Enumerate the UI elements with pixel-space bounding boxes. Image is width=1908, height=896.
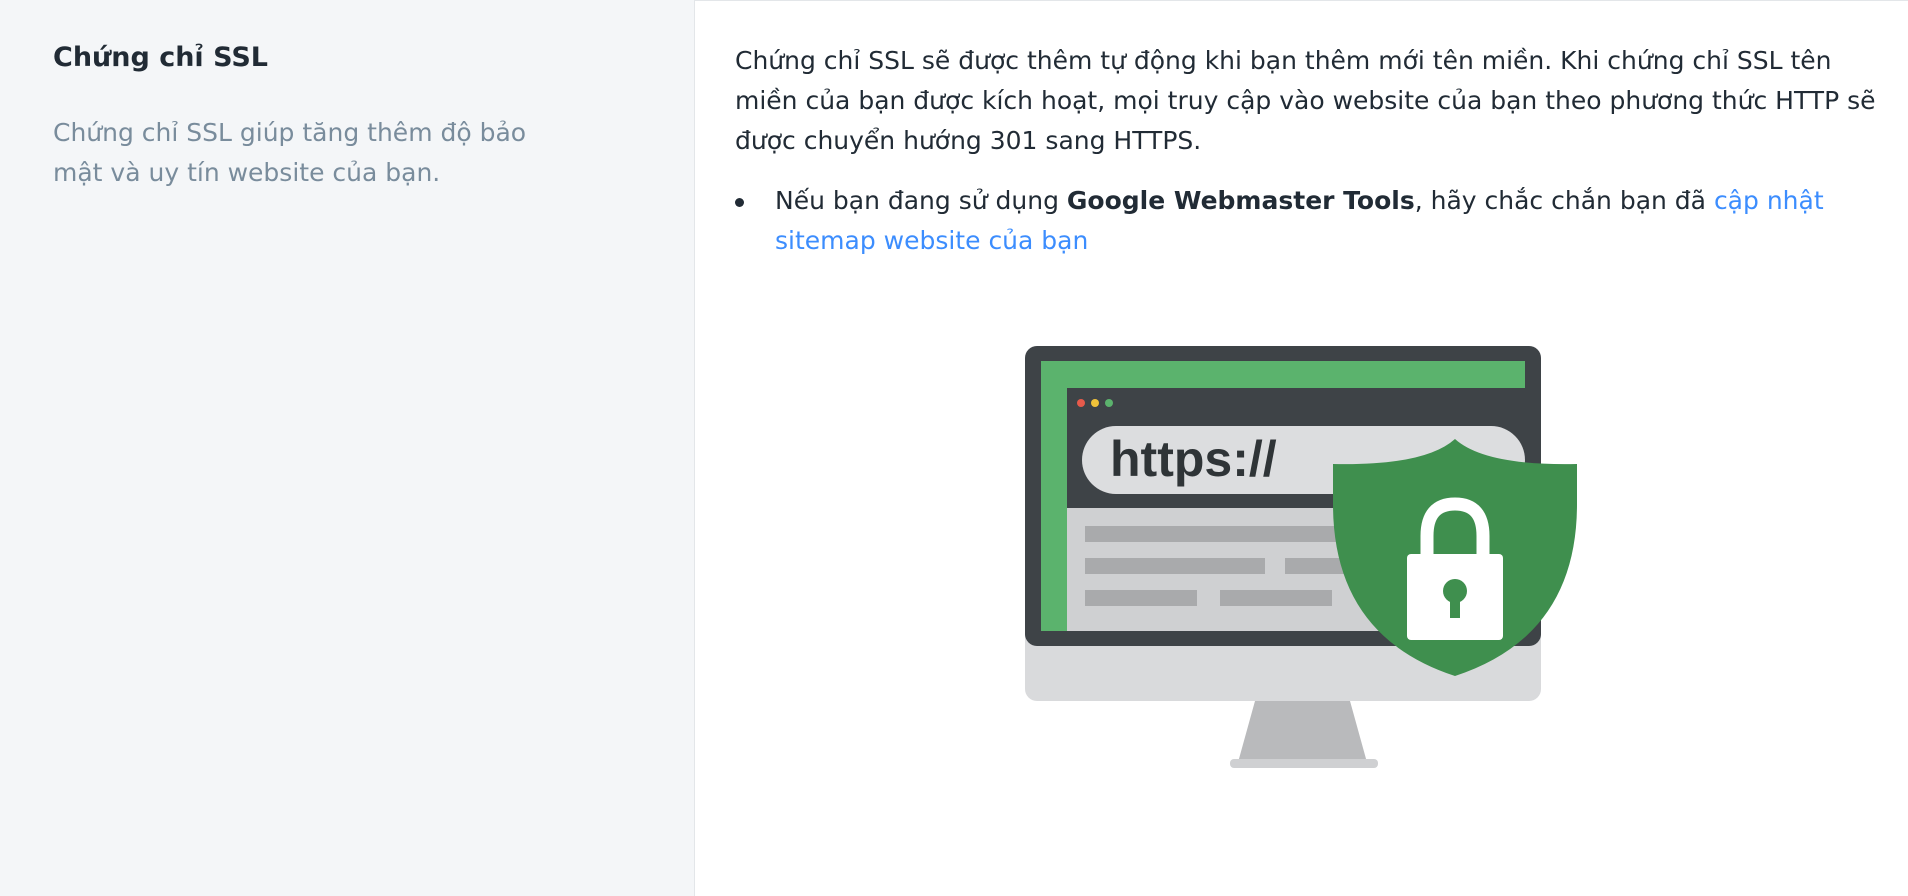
bullet-middle: , hãy chắc chắn bạn đã <box>1414 186 1714 215</box>
monitor-stand-icon <box>1237 701 1368 766</box>
bullet-prefix: Nếu bạn đang sử dụng <box>775 186 1067 215</box>
ssl-card: Chứng chỉ SSL sẽ được thêm tự động khi b… <box>694 0 1908 896</box>
section-title: Chứng chỉ SSL <box>53 42 268 73</box>
content-line-icon <box>1085 558 1265 574</box>
monitor-foot-icon <box>1230 759 1378 768</box>
content-line-icon <box>1220 590 1332 606</box>
ssl-settings-page: Chứng chỉ SSL Chứng chỉ SSL giúp tăng th… <box>0 0 1908 896</box>
ssl-notes-list: Nếu bạn đang sử dụng Google Webmaster To… <box>735 181 1865 261</box>
content-line-icon <box>1085 526 1345 542</box>
browser-close-dot-icon <box>1077 399 1085 407</box>
ssl-illustration-icon: https:// <box>1025 346 1577 768</box>
content-line-icon <box>1085 590 1197 606</box>
section-info-panel: Chứng chỉ SSL Chứng chỉ SSL giúp tăng th… <box>0 0 694 896</box>
list-item: Nếu bạn đang sử dụng Google Webmaster To… <box>735 181 1865 261</box>
bullet-icon <box>735 198 744 207</box>
bullet-strong-text: Google Webmaster Tools <box>1066 186 1415 215</box>
keyhole-slot-icon <box>1450 596 1460 618</box>
ssl-paragraph: Chứng chỉ SSL sẽ được thêm tự động khi b… <box>735 46 1876 155</box>
address-url-text: https:// <box>1110 431 1277 487</box>
section-description: Chứng chỉ SSL giúp tăng thêm độ bảo mật … <box>53 118 527 187</box>
browser-minimize-dot-icon <box>1091 399 1099 407</box>
browser-maximize-dot-icon <box>1105 399 1113 407</box>
